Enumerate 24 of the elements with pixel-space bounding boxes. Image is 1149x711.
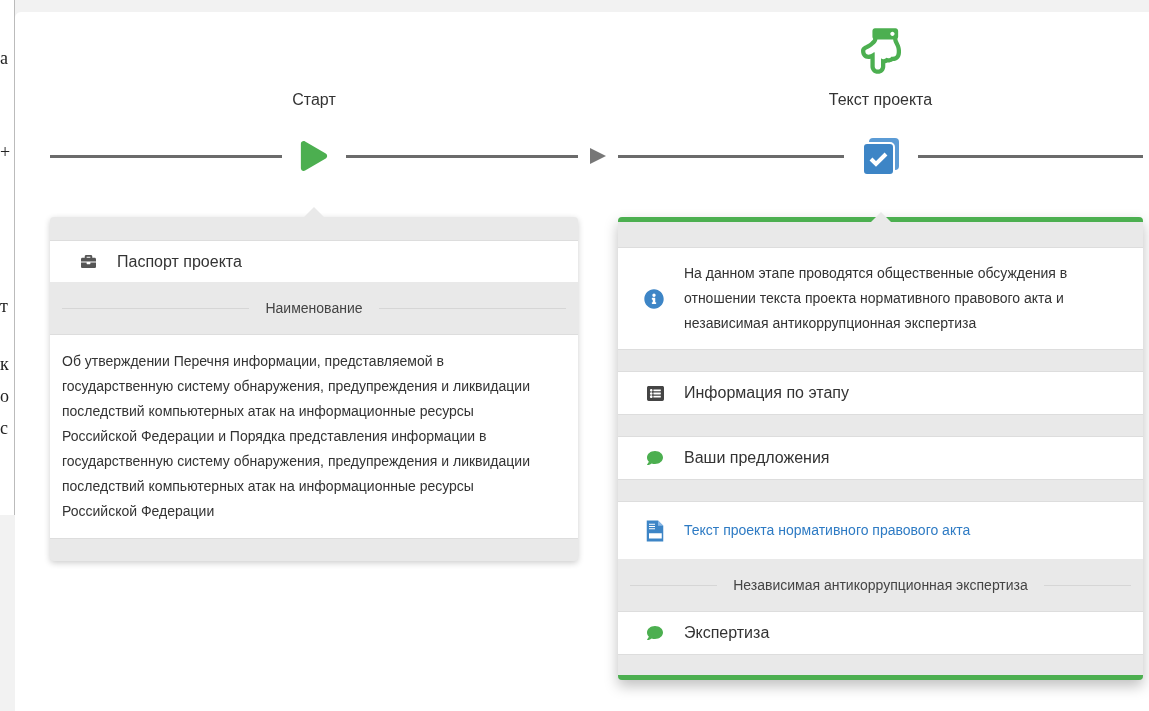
stage-description: На данном этапе проводятся общественные обсуждения в отношении текста проекта нормативного правового акта и независимая антикоррупционная экспертиза	[684, 264, 1069, 333]
briefcase-icon	[80, 254, 97, 269]
arrow-icon	[590, 148, 606, 164]
menu-item[interactable]: Ваши предложения	[618, 436, 1143, 479]
list-icon	[646, 384, 664, 402]
document-text-fragment: т	[0, 296, 9, 316]
project-name-text: Об утверждении Перечня информации, представляемой в государственную систему обнаружения, предупреждения и ликвидации последствий компьютерных атак на информационные ресурсы Российской Федерации и Порядка представления информации в государственную систему обнаружения, предупреждения и ликвидации последствий компьютерных атак на информационные ресурсы Российской Федерации	[62, 352, 531, 521]
document-text-fragment: о	[0, 386, 10, 406]
comment-icon	[646, 450, 664, 466]
document-text-fragment: +	[0, 142, 12, 162]
card-title: Паспорт проекта	[117, 251, 242, 272]
menu-item[interactable]: Экспертиза	[618, 611, 1143, 654]
stage-label: Старт	[292, 90, 336, 110]
play-icon[interactable]	[299, 141, 329, 171]
section-heading: Независимая антикоррупционная экспертиза	[733, 575, 1028, 595]
comment-icon	[646, 625, 664, 641]
info-icon	[644, 288, 664, 309]
menu-item[interactable]: Информация по этапу	[618, 371, 1143, 414]
document-text-fragment: с	[0, 418, 9, 438]
document-text-fragment: а	[0, 48, 9, 68]
document-text-fragment: к	[0, 354, 10, 374]
stage-label: Текст проекта	[828, 90, 933, 110]
section-heading: Наименование	[265, 298, 363, 318]
menu-item[interactable]: Текст проекта нормативного правового акта	[618, 501, 1143, 559]
